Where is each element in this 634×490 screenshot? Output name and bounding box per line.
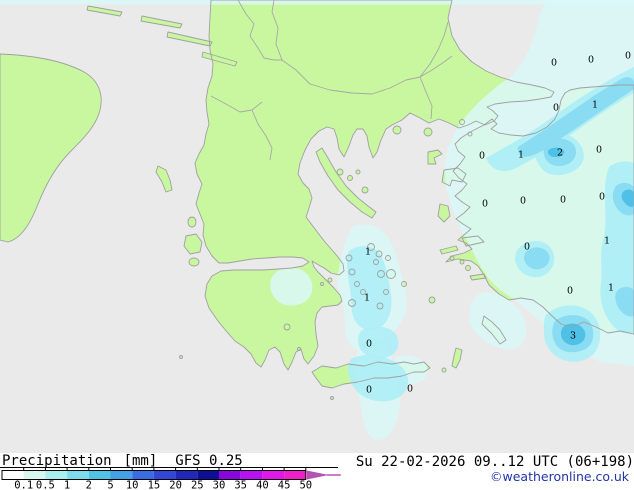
legend-tick-label: 25 (191, 480, 204, 490)
precip-value-label: 0 (560, 195, 566, 206)
precip-value-label: 3 (570, 331, 576, 342)
legend-tick-label: 2 (86, 480, 92, 490)
precip-value-label: 0 (588, 55, 594, 66)
precip-value-label: 0 (366, 385, 372, 396)
legend-color-segment (2, 470, 24, 480)
precip-value-label: 1 (604, 236, 610, 247)
legend-color-segment (284, 470, 306, 480)
legend-tick-label: 10 (126, 480, 139, 490)
legend-color-segment (23, 470, 46, 480)
precip-value-label: 0 (520, 196, 526, 207)
precip-value-label: 0 (596, 145, 602, 156)
legend-tick-label: 40 (256, 480, 269, 490)
precip-value-label: 1 (592, 100, 598, 111)
precip-value-label: 0 (524, 242, 530, 253)
legend-color-segment (45, 470, 68, 480)
legend-color-segment (219, 470, 241, 480)
legend-tick-label: 0.1 (14, 480, 33, 490)
weather-map-svg: 0 0 0 0 1 0 1 2 0 0 0 0 0 1 0 1 1 0 1 0 3 0 0 (0, 0, 634, 453)
legend-overflow-arrow (306, 470, 329, 480)
legend-tick-label: 30 (213, 480, 226, 490)
legend-color-segment (262, 470, 285, 480)
legend-tick-label: 0.5 (36, 480, 55, 490)
legend-color-segment (197, 470, 219, 480)
legend-color-segment (67, 470, 89, 480)
legend-tick-label: 5 (107, 480, 113, 490)
precip-value-label: 1 (518, 150, 524, 161)
precip-value-label: 0 (553, 103, 559, 114)
precip-value-label: 1 (365, 247, 371, 258)
legend-tick-label: 20 (169, 480, 182, 490)
legend-color-segment (153, 470, 176, 480)
precip-value-label: 0 (479, 151, 485, 162)
legend-color-segment (110, 470, 133, 480)
legend-color-segment (132, 470, 154, 480)
map-region: 0 0 0 0 1 0 1 2 0 0 0 0 0 1 0 1 1 0 1 0 3 0 0 (0, 0, 634, 453)
legend-tick-label: 50 (299, 480, 312, 490)
legend-color-scale: 0.1 0.5 1 2 5 10 15 20 25 30 35 40 45 50 (1, 468, 341, 490)
legend-color-segment (175, 470, 198, 480)
precip-value-label: 0 (407, 384, 413, 395)
precip-value-label: 0 (366, 339, 372, 350)
precip-value-label: 0 (599, 192, 605, 203)
legend-tick-label: 35 (234, 480, 247, 490)
precip-value-label: 0 (625, 51, 631, 62)
precip-value-label: 1 (608, 283, 614, 294)
legend-color-segment (88, 470, 111, 480)
precip-value-label: 0 (567, 286, 573, 297)
precip-value-label: 0 (551, 58, 557, 69)
precip-value-label: 0 (482, 199, 488, 210)
legend-tick-label: 45 (278, 480, 291, 490)
precip-value-label: 1 (364, 293, 370, 304)
run-info-text: Su 22-02-2026 09..12 UTC (06+198) (355, 454, 634, 470)
copyright-text: ©weatheronline.co.uk (490, 469, 629, 484)
precip-value-label: 2 (557, 148, 563, 159)
legend-color-segment (240, 470, 263, 480)
legend-tick-label: 1 (64, 480, 70, 490)
legend-tick-label: 15 (148, 480, 161, 490)
weather-map-page: 00001012000001011010300 Precipitation [mm… (0, 0, 634, 490)
